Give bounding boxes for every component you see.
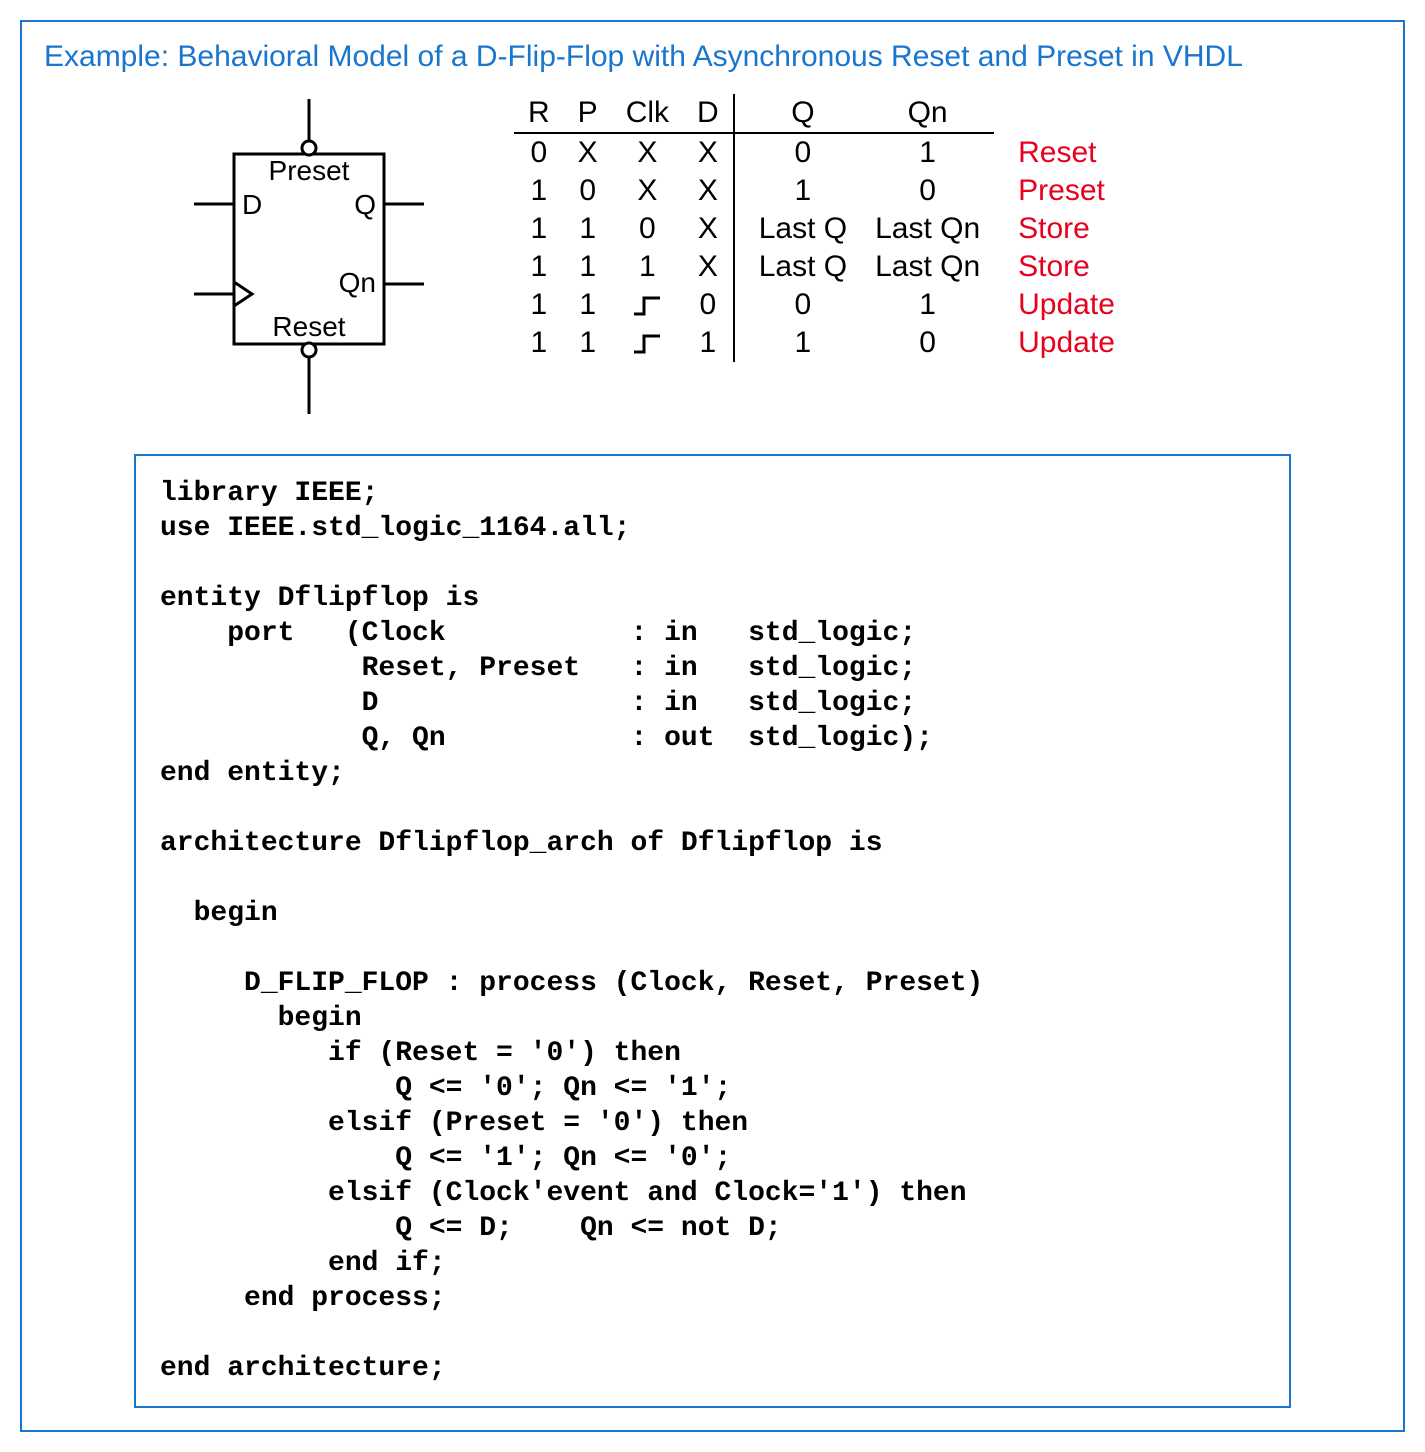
cell-q: 1 — [734, 324, 861, 362]
table-row: 0XXX01Reset — [514, 133, 1129, 172]
cell-r: 1 — [514, 172, 564, 210]
cell-p: 1 — [564, 210, 612, 248]
truth-table: R P Clk D Q Qn 0XXX01Reset10XX10Preset11… — [514, 94, 1129, 362]
cell-d: X — [683, 210, 734, 248]
label-d: D — [242, 189, 262, 220]
cell-clk: 0 — [612, 210, 683, 248]
cell-comment: Update — [994, 286, 1129, 324]
cell-qn: 0 — [861, 172, 994, 210]
cell-d: X — [683, 172, 734, 210]
flipflop-schematic: Preset Reset D Q Qn — [134, 94, 454, 424]
cell-d: 0 — [683, 286, 734, 324]
table-row: 110XLast QLast QnStore — [514, 210, 1129, 248]
cell-comment: Store — [994, 248, 1129, 286]
label-qn: Qn — [339, 267, 376, 298]
cell-p: 0 — [564, 172, 612, 210]
th-q: Q — [734, 94, 861, 133]
cell-p: 1 — [564, 324, 612, 362]
cell-q: Last Q — [734, 248, 861, 286]
th-r: R — [514, 94, 564, 133]
th-comment — [994, 94, 1129, 133]
cell-p: 1 — [564, 286, 612, 324]
th-p: P — [564, 94, 612, 133]
top-row: Preset Reset D Q Qn R P Clk D Q Qn — [44, 94, 1381, 424]
cell-clk: 1 — [612, 248, 683, 286]
cell-qn: 0 — [861, 324, 994, 362]
cell-r: 1 — [514, 210, 564, 248]
cell-p: 1 — [564, 248, 612, 286]
cell-q: 0 — [734, 133, 861, 172]
cell-clk — [612, 286, 683, 324]
cell-p: X — [564, 133, 612, 172]
table-row: 10XX10Preset — [514, 172, 1129, 210]
example-title: Example: Behavioral Model of a D-Flip-Fl… — [44, 40, 1381, 74]
cell-q: 0 — [734, 286, 861, 324]
cell-comment: Preset — [994, 172, 1129, 210]
label-preset: Preset — [269, 155, 350, 186]
cell-r: 0 — [514, 133, 564, 172]
table-row: 11001Update — [514, 286, 1129, 324]
cell-r: 1 — [514, 286, 564, 324]
cell-qn: Last Qn — [861, 210, 994, 248]
th-qn: Qn — [861, 94, 994, 133]
th-clk: Clk — [612, 94, 683, 133]
cell-r: 1 — [514, 248, 564, 286]
label-q: Q — [354, 189, 376, 220]
cell-qn: 1 — [861, 286, 994, 324]
table-row: 111XLast QLast QnStore — [514, 248, 1129, 286]
cell-qn: 1 — [861, 133, 994, 172]
cell-d: X — [683, 248, 734, 286]
cell-q: Last Q — [734, 210, 861, 248]
cell-d: 1 — [683, 324, 734, 362]
table-row: 11110Update — [514, 324, 1129, 362]
vhdl-code: library IEEE; use IEEE.std_logic_1164.al… — [134, 454, 1291, 1408]
cell-clk: X — [612, 133, 683, 172]
cell-comment: Update — [994, 324, 1129, 362]
example-panel: Example: Behavioral Model of a D-Flip-Fl… — [20, 20, 1405, 1432]
cell-clk: X — [612, 172, 683, 210]
cell-q: 1 — [734, 172, 861, 210]
cell-comment: Store — [994, 210, 1129, 248]
cell-clk — [612, 324, 683, 362]
th-d: D — [683, 94, 734, 133]
cell-r: 1 — [514, 324, 564, 362]
cell-d: X — [683, 133, 734, 172]
cell-comment: Reset — [994, 133, 1129, 172]
cell-qn: Last Qn — [861, 248, 994, 286]
label-reset: Reset — [272, 311, 345, 342]
